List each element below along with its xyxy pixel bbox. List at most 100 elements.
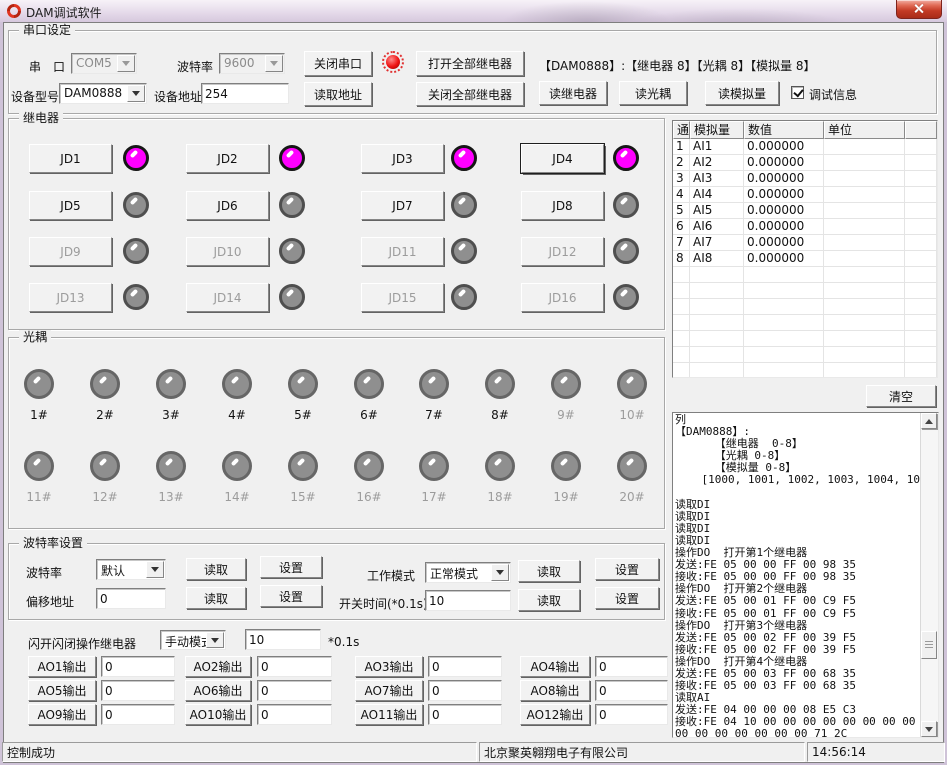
ao12-value-input[interactable]: 0	[595, 704, 668, 725]
scrollbar-thumb[interactable]	[921, 631, 937, 659]
table-row-empty	[673, 363, 937, 378]
device-address-input[interactable]: 254	[201, 83, 289, 104]
open-all-relays-button[interactable]: 打开全部继电器	[416, 51, 524, 76]
clear-log-button[interactable]: 清空	[866, 385, 936, 407]
table-row[interactable]: 1AI10.000000	[673, 139, 937, 155]
close-all-relays-button[interactable]: 关闭全部继电器	[416, 82, 524, 106]
offset-address-input[interactable]: 0	[96, 588, 166, 609]
ao10-output-button[interactable]: AO10输出	[185, 704, 251, 725]
read-address-button[interactable]: 读取地址	[304, 82, 372, 106]
relay-button-jd7[interactable]: JD7	[361, 191, 444, 220]
offset-set-button[interactable]: 设置	[260, 585, 322, 607]
ao2-output-button[interactable]: AO2输出	[185, 656, 251, 677]
chevron-down-icon[interactable]	[117, 55, 135, 72]
flash-time-input[interactable]: 10	[245, 629, 321, 650]
ao7-output-button[interactable]: AO7输出	[355, 680, 423, 701]
ao9-output-button[interactable]: AO9输出	[28, 704, 96, 725]
relay-led-jd10	[279, 238, 305, 264]
baud-settings-group: 波特率设置 波特率 默认 读取 设置 工作模式 正常模式 读取 设置 偏移地址 …	[8, 543, 665, 620]
port-value: COM5	[76, 56, 112, 70]
table-header-cell[interactable]: 模拟量	[690, 121, 744, 139]
table-row[interactable]: 7AI70.000000	[673, 235, 937, 251]
ao8-value-input[interactable]: 0	[595, 680, 668, 701]
offset-read-button[interactable]: 读取	[186, 587, 246, 609]
mode-read-button[interactable]: 读取	[518, 560, 580, 582]
baud-select[interactable]: 默认	[96, 559, 166, 580]
ao11-value-input[interactable]: 0	[428, 704, 502, 725]
relay-button-jd5[interactable]: JD5	[29, 191, 112, 220]
ao6-value-input[interactable]: 0	[257, 680, 332, 701]
table-header-cell[interactable]	[905, 121, 937, 139]
ao10-value-input[interactable]: 0	[257, 704, 332, 725]
chevron-down-icon[interactable]	[265, 55, 283, 72]
opto-indicator-6: 6#	[339, 369, 399, 422]
ao11-output-button[interactable]: AO11输出	[355, 704, 423, 725]
baud-read-button[interactable]: 读取	[186, 558, 246, 580]
relay-button-jd1[interactable]: JD1	[29, 144, 112, 173]
read-opto-button[interactable]: 读光耦	[619, 81, 687, 105]
ao2-value-input[interactable]: 0	[257, 656, 332, 677]
relay-led-jd5	[123, 192, 149, 218]
mode-set-button[interactable]: 设置	[595, 558, 659, 580]
table-row[interactable]: 5AI50.000000	[673, 203, 937, 219]
ao4-value-input[interactable]: 0	[595, 656, 668, 677]
ao3-output-button[interactable]: AO3输出	[355, 656, 423, 677]
table-row[interactable]: 2AI20.000000	[673, 155, 937, 171]
chevron-down-icon[interactable]	[491, 564, 509, 581]
table-row[interactable]: 4AI40.000000	[673, 187, 937, 203]
work-mode-select[interactable]: 正常模式	[425, 562, 511, 583]
chevron-down-icon[interactable]	[127, 85, 145, 102]
table-row[interactable]: 8AI80.000000	[673, 251, 937, 267]
model-label: 设备型号	[11, 88, 59, 105]
scroll-down-icon[interactable]	[921, 721, 937, 737]
table-header-cell[interactable]: 单位	[824, 121, 905, 139]
relay-button-jd12: JD12	[521, 237, 604, 266]
ao9-value-input[interactable]: 0	[101, 704, 175, 725]
table-row-empty	[673, 347, 937, 363]
chevron-down-icon[interactable]	[206, 632, 224, 648]
ao1-value-input[interactable]: 0	[101, 656, 175, 677]
chevron-down-icon[interactable]	[146, 561, 164, 578]
ao6-output-button[interactable]: AO6输出	[185, 680, 251, 701]
model-select[interactable]: DAM0888	[59, 83, 147, 104]
flash-mode-select[interactable]: 手动模式	[160, 630, 226, 650]
baud-set-button[interactable]: 设置	[260, 556, 322, 578]
relay-button-jd6[interactable]: JD6	[186, 191, 269, 220]
table-row[interactable]: 3AI30.000000	[673, 171, 937, 187]
relay-button-jd2[interactable]: JD2	[186, 144, 269, 173]
close-port-button[interactable]: 关闭串口	[304, 51, 372, 76]
debug-info-checkbox[interactable]	[791, 86, 804, 99]
ao4-output-button[interactable]: AO4输出	[520, 656, 590, 677]
port-select[interactable]: COM5	[71, 53, 137, 74]
read-analog-button[interactable]: 读模拟量	[705, 81, 779, 105]
baud-group-legend: 波特率设置	[19, 536, 87, 550]
time-read-button[interactable]: 读取	[518, 589, 580, 611]
relay-button-jd4[interactable]: JD4	[521, 144, 604, 173]
ao5-value-input[interactable]: 0	[101, 680, 175, 701]
switch-time-input[interactable]: 10	[425, 590, 511, 611]
relay-button-jd8[interactable]: JD8	[521, 191, 604, 220]
scroll-up-icon[interactable]	[921, 413, 937, 429]
log-scrollbar[interactable]	[920, 413, 938, 737]
time-set-button[interactable]: 设置	[595, 587, 659, 609]
ao5-output-button[interactable]: AO5输出	[28, 680, 96, 701]
table-header-cell[interactable]: 数值	[744, 121, 824, 139]
relay-led-jd12	[613, 238, 639, 264]
ao7-value-input[interactable]: 0	[428, 680, 502, 701]
table-header-cell[interactable]: 通	[673, 121, 690, 139]
log-textarea[interactable]: 列 【DAM0888】: 【继电器 0-8】 【光耦 0-8】 【模拟量 0-8…	[672, 412, 939, 738]
ao12-output-button[interactable]: AO12输出	[520, 704, 590, 725]
ai-table: 通 模拟量 数值 单位 1AI10.000000 2AI20.000000 3A…	[672, 120, 938, 378]
relay-led-jd9	[123, 238, 149, 264]
port-open-led-icon	[386, 55, 400, 69]
read-relay-button[interactable]: 读继电器	[539, 81, 607, 105]
opto-indicator-8: 8#	[470, 369, 530, 422]
ao1-output-button[interactable]: AO1输出	[28, 656, 96, 677]
close-button[interactable]	[896, 0, 942, 19]
baud-value: 默认	[101, 562, 125, 579]
table-row[interactable]: 6AI60.000000	[673, 219, 937, 235]
ao8-output-button[interactable]: AO8输出	[520, 680, 590, 701]
relay-button-jd3[interactable]: JD3	[361, 144, 444, 173]
baudrate-select[interactable]: 9600	[219, 53, 285, 74]
ao3-value-input[interactable]: 0	[428, 656, 502, 677]
